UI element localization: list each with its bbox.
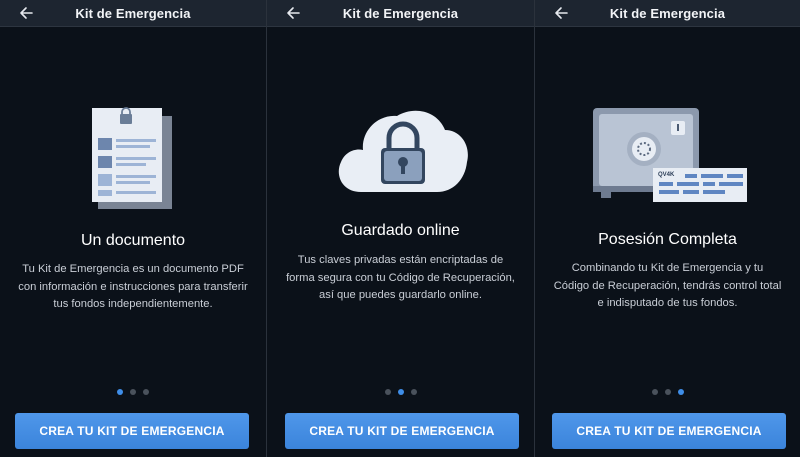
page-dot-3 xyxy=(143,389,149,395)
page-dot-2 xyxy=(130,389,136,395)
screen-title: Guardado online xyxy=(341,222,460,239)
create-kit-button[interactable]: CREA TU KIT DE EMERGENCIA xyxy=(285,413,519,449)
screen-description: Tus claves privadas están encriptadas de… xyxy=(286,254,515,301)
page-indicator xyxy=(267,389,534,395)
screen-un-documento: Kit de Emergencia Un documento Tu Kit de… xyxy=(0,0,266,457)
top-bar: Kit de Emergencia xyxy=(0,0,266,27)
page-dot-2 xyxy=(664,389,671,395)
top-bar: Kit de Emergencia xyxy=(267,0,534,27)
pdf-document-icon xyxy=(90,104,174,210)
screen-guardado-online: Kit de Emergencia Guardado online Tus cl… xyxy=(266,0,534,457)
screen-description: Combinando tu Kit de Emergencia y tu Cód… xyxy=(553,262,782,309)
safe-icon: QV4K xyxy=(589,106,749,206)
onboarding-screens: Kit de Emergencia Un documento Tu Kit de… xyxy=(0,0,800,457)
page-title: Kit de Emergencia xyxy=(342,6,459,21)
screen-title: Un documento xyxy=(80,232,186,249)
screen-description: Tu Kit de Emergencia es un documento PDF… xyxy=(18,263,248,310)
page-dot-1 xyxy=(651,389,658,395)
page-indicator xyxy=(535,389,800,395)
create-kit-button[interactable]: CREA TU KIT DE EMERGENCIA xyxy=(15,413,249,449)
page-dot-3 xyxy=(410,389,417,395)
cloud-lock-icon xyxy=(333,100,471,194)
page-dot-1 xyxy=(384,389,391,395)
card-text: QV4K xyxy=(658,172,675,178)
top-bar: Kit de Emergencia xyxy=(535,0,800,27)
page-title: Kit de Emergencia xyxy=(75,6,191,21)
create-kit-button[interactable]: CREA TU KIT DE EMERGENCIA xyxy=(552,413,786,449)
page-dot-3 xyxy=(677,389,684,395)
page-title: Kit de Emergencia xyxy=(609,6,726,21)
page-dot-1 xyxy=(117,389,123,395)
screen-posesion-completa: Kit de Emergencia QV4K Posesión Completa… xyxy=(534,0,800,457)
page-dot-2 xyxy=(397,389,404,395)
screen-title: Posesión Completa xyxy=(598,231,737,248)
page-indicator xyxy=(0,389,266,395)
